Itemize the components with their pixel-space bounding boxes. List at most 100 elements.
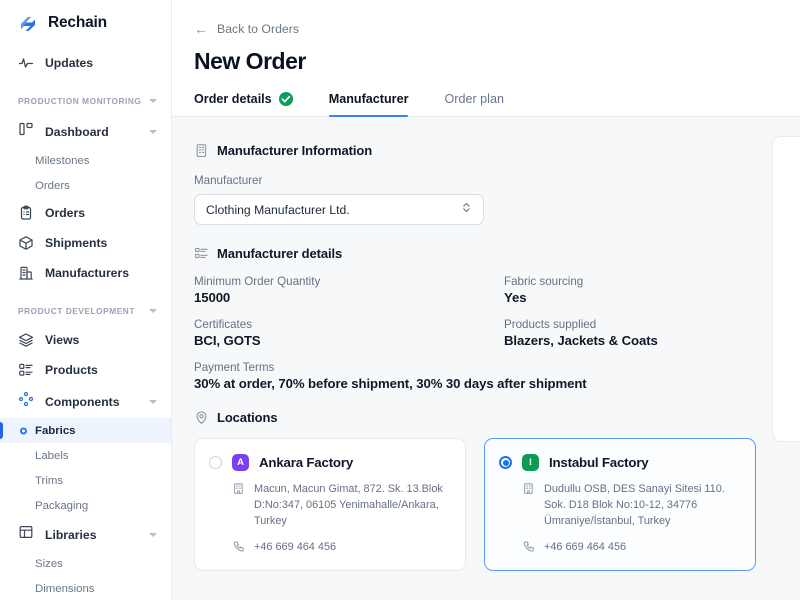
- tab-label: Order details: [194, 92, 272, 106]
- check-circle-icon: [279, 92, 293, 106]
- sidebar-subitem-dimensions[interactable]: Dimensions: [0, 576, 171, 600]
- sidebar-group-product-development[interactable]: PRODUCT DEVELOPMENT: [0, 297, 171, 325]
- layers-icon: [18, 332, 34, 348]
- page-title: New Order: [194, 48, 800, 75]
- box-icon: [18, 235, 34, 251]
- avatar-initial: I: [529, 457, 532, 468]
- dashboard-icon: [18, 121, 34, 142]
- sidebar-subitem-label: Dimensions: [35, 583, 95, 595]
- detail-payment-terms: Payment Terms 30% at order, 70% before s…: [194, 361, 774, 391]
- sidebar-item-shipments[interactable]: Shipments: [0, 228, 171, 258]
- location-radio-ankara[interactable]: [209, 456, 222, 469]
- phone-icon: [232, 540, 245, 553]
- sidebar: Rechain Updates PRODUCTION MONITORING: [0, 0, 172, 600]
- sidebar-group-title: PRODUCT DEVELOPMENT: [18, 306, 135, 316]
- sidebar-item-orders[interactable]: Orders: [0, 198, 171, 228]
- tab-manufacturer[interactable]: Manufacturer: [329, 92, 425, 116]
- tab-label: Manufacturer: [329, 92, 409, 106]
- sidebar-item-updates[interactable]: Updates: [0, 48, 171, 78]
- sidebar-item-dashboard[interactable]: Dashboard: [0, 115, 171, 148]
- sidebar-subitem-label: Orders: [35, 180, 70, 192]
- sidebar-item-views[interactable]: Views: [0, 325, 171, 355]
- detail-value: 30% at order, 70% before shipment, 30% 3…: [194, 376, 774, 391]
- chevron-up-down-icon: [461, 201, 472, 219]
- sidebar-item-label: Products: [45, 363, 98, 377]
- chevron-down-icon[interactable]: [149, 99, 157, 103]
- location-phone: +46 669 464 456: [254, 539, 336, 555]
- manufacturer-details-header: Manufacturer details: [194, 246, 800, 261]
- sidebar-item-components[interactable]: Components: [0, 385, 171, 418]
- map-pin-icon: [194, 410, 209, 425]
- sidebar-item-label: Shipments: [45, 236, 107, 250]
- section-title: Locations: [217, 410, 278, 425]
- brand-name: Rechain: [48, 14, 107, 32]
- sidebar-subitem-fabrics[interactable]: Fabrics: [0, 418, 171, 443]
- sidebar-subitem-orders[interactable]: Orders: [0, 173, 171, 198]
- location-phone-row: +46 669 464 456: [499, 539, 741, 555]
- clipboard-icon: [18, 205, 34, 221]
- brand[interactable]: Rechain: [0, 0, 171, 46]
- app-root: Rechain Updates PRODUCTION MONITORING: [0, 0, 800, 600]
- back-link-label: Back to Orders: [217, 22, 299, 36]
- sidebar-item-manufacturers[interactable]: Manufacturers: [0, 258, 171, 288]
- sidebar-subitem-labels[interactable]: Labels: [0, 443, 171, 468]
- tab-bar: Order details Manufacturer Order plan: [194, 92, 800, 116]
- avatar: A: [232, 454, 249, 471]
- manufacturer-select[interactable]: Clothing Manufacturer Ltd.: [194, 194, 484, 225]
- arrow-left-icon: ←: [194, 22, 208, 36]
- chevron-down-icon[interactable]: [149, 130, 157, 134]
- avatar: I: [522, 454, 539, 471]
- content-panel: Manufacturer Information Manufacturer Cl…: [172, 117, 800, 600]
- details-list-icon: [194, 246, 209, 261]
- tab-order-plan[interactable]: Order plan: [444, 92, 520, 116]
- sidebar-item-label: Updates: [45, 56, 93, 70]
- location-phone: +46 669 464 456: [544, 539, 626, 555]
- sidebar-item-products[interactable]: Products: [0, 355, 171, 385]
- building-icon: [194, 143, 209, 158]
- sidebar-subitem-label: Packaging: [35, 500, 88, 512]
- manufacturer-select-value: Clothing Manufacturer Ltd.: [206, 203, 350, 217]
- sidebar-item-label: Views: [45, 333, 79, 347]
- back-to-orders-link[interactable]: ← Back to Orders: [194, 22, 800, 36]
- location-name: Ankara Factory: [259, 455, 353, 470]
- location-card-list: A Ankara Factory Macun, Macun Gimat, 872…: [194, 438, 800, 571]
- detail-minimum-order-quantity: Minimum Order Quantity 15000: [194, 275, 494, 305]
- side-preview-panel[interactable]: [772, 136, 800, 442]
- manufacturer-field-label: Manufacturer: [194, 174, 800, 187]
- dot-icon: [20, 427, 27, 434]
- avatar-initial: A: [237, 457, 244, 468]
- sidebar-group-production-monitoring[interactable]: PRODUCTION MONITORING: [0, 87, 171, 115]
- sidebar-item-libraries[interactable]: Libraries: [0, 518, 171, 551]
- sidebar-subitem-sizes[interactable]: Sizes: [0, 551, 171, 576]
- location-name: Instabul Factory: [549, 455, 649, 470]
- chevron-down-icon[interactable]: [149, 533, 157, 537]
- sidebar-subitem-label: Labels: [35, 450, 69, 462]
- sidebar-subitem-trims[interactable]: Trims: [0, 468, 171, 493]
- detail-label: Products supplied: [504, 318, 774, 331]
- detail-label: Certificates: [194, 318, 494, 331]
- main-area: ← Back to Orders New Order Order details…: [172, 0, 800, 600]
- table-icon: [18, 524, 34, 545]
- detail-fabric-sourcing: Fabric sourcing Yes: [504, 275, 774, 305]
- sidebar-group-title: PRODUCTION MONITORING: [18, 96, 141, 106]
- chevron-down-icon[interactable]: [149, 309, 157, 313]
- building-small-icon: [232, 482, 245, 495]
- chevron-down-icon[interactable]: [149, 400, 157, 404]
- sidebar-subitem-packaging[interactable]: Packaging: [0, 493, 171, 518]
- phone-icon: [522, 540, 535, 553]
- components-icon: [18, 391, 34, 412]
- location-address-row: Macun, Macun Gimat, 872. Sk. 13.Blok D:N…: [209, 481, 451, 529]
- location-phone-row: +46 669 464 456: [209, 539, 451, 555]
- sidebar-item-label: Libraries: [45, 528, 96, 542]
- detail-value: BCI, GOTS: [194, 333, 494, 348]
- factory-icon: [18, 265, 34, 281]
- sidebar-subitem-milestones[interactable]: Milestones: [0, 148, 171, 173]
- tab-order-details[interactable]: Order details: [194, 92, 309, 116]
- activity-pulse-icon: [18, 55, 34, 71]
- rechain-logo-icon: [17, 12, 39, 34]
- building-small-icon: [522, 482, 535, 495]
- location-card-ankara[interactable]: A Ankara Factory Macun, Macun Gimat, 872…: [194, 438, 466, 571]
- location-card-instabul[interactable]: I Instabul Factory Dudullu OSB, DES Sana…: [484, 438, 756, 571]
- location-card-header: A Ankara Factory: [209, 454, 451, 471]
- location-radio-instabul[interactable]: [499, 456, 512, 469]
